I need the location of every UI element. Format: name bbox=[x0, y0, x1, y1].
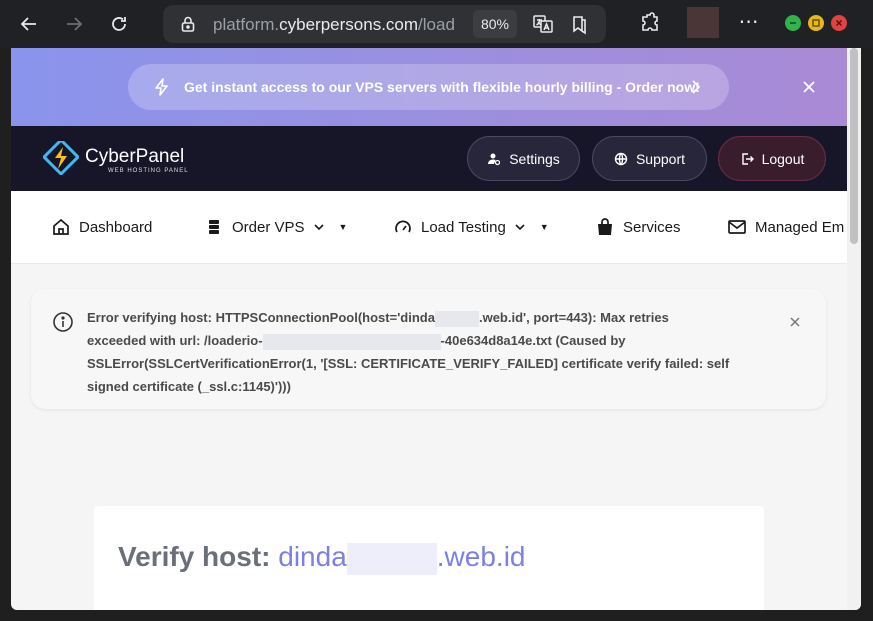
profile-avatar[interactable] bbox=[687, 7, 719, 38]
home-icon bbox=[53, 218, 69, 235]
error-message: Error verifying host: HTTPSConnectionPoo… bbox=[87, 306, 767, 398]
promo-banner: Get instant access to our VPS servers wi… bbox=[11, 48, 847, 126]
chevron-down-icon bbox=[313, 224, 324, 231]
redacted-text bbox=[262, 333, 441, 350]
globe-icon bbox=[614, 152, 628, 165]
settings-button[interactable]: Settings bbox=[467, 136, 580, 181]
dropdown-caret-icon: ▼ bbox=[539, 222, 549, 232]
verify-host-value: dinda .web.id bbox=[278, 541, 526, 575]
nav-item-load-testing[interactable]: Load Testing ▼ bbox=[393, 217, 549, 237]
support-label: Support bbox=[635, 150, 686, 167]
zoom-indicator[interactable]: 80% bbox=[473, 10, 517, 38]
logout-label: Logout bbox=[761, 150, 805, 167]
brand-name: CyberPanel bbox=[85, 146, 185, 167]
error-line-3: SSLError(SSLCertVerificationError(1, '[S… bbox=[87, 356, 730, 371]
lightning-icon bbox=[155, 78, 168, 96]
shopping-bag-icon bbox=[598, 218, 612, 235]
main-nav: Dashboard Order VPS ▼ Load Testing ▼ Ser… bbox=[11, 191, 847, 264]
server-icon bbox=[209, 220, 219, 234]
page-viewport: Get instant access to our VPS servers wi… bbox=[11, 48, 861, 610]
extensions-puzzle-icon[interactable] bbox=[638, 11, 662, 35]
minimize-icon[interactable] bbox=[785, 15, 801, 31]
verify-host-heading: Verify host: dinda .web.id bbox=[118, 541, 526, 575]
back-arrow-icon[interactable] bbox=[14, 9, 44, 39]
chevron-down-icon bbox=[515, 224, 525, 231]
verify-host-card: Verify host: dinda .web.id bbox=[94, 506, 764, 610]
brand-subtitle: WEB HOSTING PANEL bbox=[108, 168, 189, 174]
logout-icon bbox=[741, 152, 754, 165]
lock-icon bbox=[181, 16, 195, 32]
url-text: platform.cyberpersons.com/load bbox=[213, 15, 455, 34]
forward-arrow-icon[interactable] bbox=[59, 9, 89, 39]
nav-item-dashboard[interactable]: Dashboard bbox=[51, 217, 152, 237]
reading-list-icon[interactable] bbox=[568, 13, 590, 35]
error-line-2b: -40e634d8a14e.txt (Caused by bbox=[440, 333, 626, 348]
more-options-icon[interactable]: ⋯ bbox=[736, 12, 762, 36]
error-alert: Error verifying host: HTTPSConnectionPoo… bbox=[31, 289, 826, 409]
error-line-1b: .web.id', port=443): Max retries bbox=[478, 310, 669, 325]
nav-item-managed-email[interactable]: Managed Em bbox=[727, 217, 844, 237]
nav-label-services: Services bbox=[623, 218, 681, 236]
chevron-right-icon bbox=[692, 80, 701, 94]
nav-item-services[interactable]: Services bbox=[595, 217, 681, 237]
support-button[interactable]: Support bbox=[592, 136, 707, 181]
scrollbar[interactable] bbox=[847, 48, 861, 610]
verify-host-label: Verify host: bbox=[118, 541, 271, 572]
reload-icon[interactable] bbox=[104, 9, 134, 39]
close-icon[interactable] bbox=[801, 79, 817, 95]
info-icon bbox=[53, 312, 73, 332]
redacted-text bbox=[346, 542, 437, 575]
translate-icon[interactable] bbox=[532, 13, 554, 35]
promo-link[interactable]: Get instant access to our VPS servers wi… bbox=[128, 64, 729, 110]
dropdown-caret-icon: ▼ bbox=[338, 222, 348, 232]
address-bar[interactable]: platform.cyberpersons.com/load 80% bbox=[163, 5, 606, 43]
cyberpanel-logo-icon bbox=[43, 141, 79, 175]
envelope-icon bbox=[728, 220, 746, 234]
redacted-text bbox=[434, 310, 479, 327]
host-end: .web.id bbox=[436, 541, 526, 572]
nav-label-load-testing: Load Testing bbox=[421, 218, 506, 236]
nav-label-dashboard: Dashboard bbox=[79, 218, 153, 236]
promo-text: Get instant access to our VPS servers wi… bbox=[184, 79, 700, 95]
scrollbar-thumb[interactable] bbox=[850, 48, 858, 244]
settings-label: Settings bbox=[509, 150, 560, 167]
error-line-1a: Error verifying host: HTTPSConnectionPoo… bbox=[87, 310, 435, 325]
nav-item-order-vps[interactable]: Order VPS ▼ bbox=[204, 217, 347, 237]
error-line-4: signed certificate (_ssl.c:1145)'))) bbox=[87, 379, 291, 394]
app-header: CyberPanel WEB HOSTING PANEL Settings Su… bbox=[11, 126, 847, 191]
host-start: dinda bbox=[278, 541, 347, 572]
nav-label-managed-email: Managed Em bbox=[755, 218, 845, 236]
gauge-icon bbox=[395, 220, 411, 233]
browser-toolbar: platform.cyberpersons.com/load 80% ⋯ bbox=[0, 0, 873, 48]
logout-button[interactable]: Logout bbox=[718, 136, 826, 181]
error-line-2a: exceeded with url: /loaderio- bbox=[87, 333, 263, 348]
maximize-icon[interactable] bbox=[808, 15, 824, 31]
close-window-icon[interactable] bbox=[831, 15, 847, 31]
close-alert-icon[interactable] bbox=[789, 316, 801, 328]
user-gear-icon bbox=[488, 153, 501, 165]
nav-label-order-vps: Order VPS bbox=[232, 218, 305, 236]
